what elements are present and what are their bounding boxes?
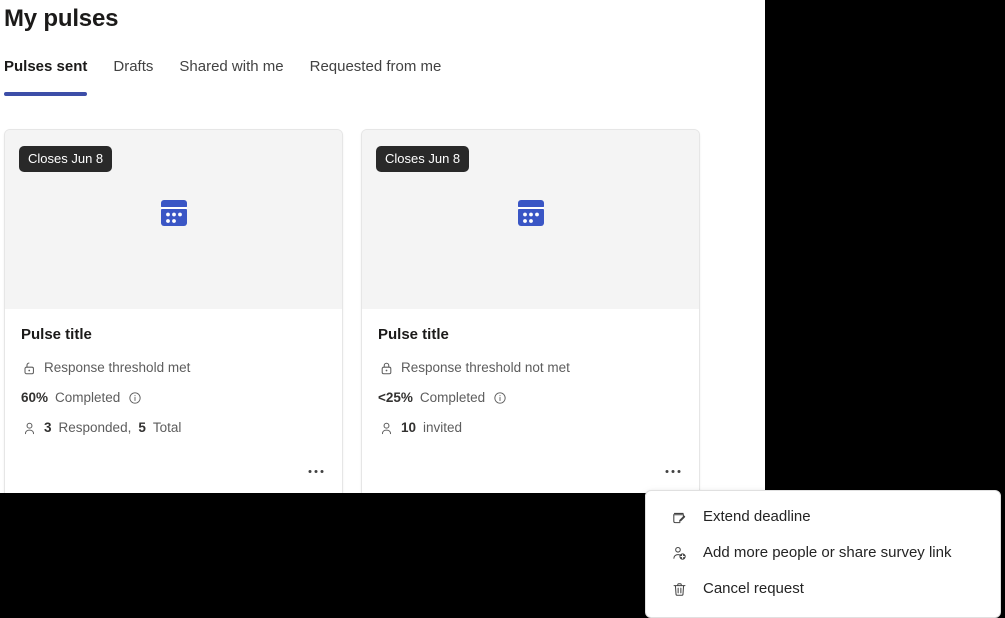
tab-label: Requested from me — [310, 58, 442, 75]
card-body: Pulse title Response threshold not met <… — [362, 309, 699, 497]
person-icon — [21, 420, 37, 436]
menu-item-label: Cancel request — [703, 579, 804, 599]
total-label: Total — [153, 419, 182, 437]
card-context-menu: Extend deadline Add more people or share… — [645, 490, 1001, 618]
responded-label: Responded, — [59, 419, 132, 437]
page-content: My pulses Pulses sent Drafts Shared with… — [0, 0, 765, 498]
menu-item-cancel-request[interactable]: Cancel request — [646, 571, 1000, 607]
lock-open-icon — [21, 360, 37, 376]
invited-count: 10 — [401, 419, 416, 437]
trash-icon — [669, 579, 689, 599]
more-options-button[interactable] — [302, 459, 330, 483]
calendar-icon — [514, 196, 548, 235]
page-title: My pulses — [0, 0, 765, 33]
tab-requested-from-me[interactable]: Requested from me — [310, 57, 456, 77]
card-title: Pulse title — [21, 325, 326, 345]
total-count: 5 — [138, 419, 146, 437]
invited-label: invited — [423, 419, 462, 437]
tab-label: Pulses sent — [4, 58, 87, 75]
tab-drafts[interactable]: Drafts — [113, 57, 167, 77]
menu-item-add-people[interactable]: Add more people or share survey link — [646, 535, 1000, 571]
tab-pulses-sent[interactable]: Pulses sent — [4, 57, 101, 77]
completed-row: 60% Completed — [21, 389, 326, 407]
pulse-card[interactable]: Closes Jun 8 Pulse title — [4, 129, 343, 498]
threshold-row: Response threshold not met — [378, 359, 683, 377]
card-title: Pulse title — [378, 325, 683, 345]
card-banner: Closes Jun 8 — [5, 130, 342, 309]
respondents-row: 10 invited — [378, 419, 683, 437]
tab-active-indicator — [4, 92, 87, 96]
tab-label: Shared with me — [179, 58, 283, 75]
respondents-row: 3 Responded, 5 Total — [21, 419, 326, 437]
occluded-region-right — [765, 0, 1005, 493]
more-options-button[interactable] — [659, 459, 687, 483]
completed-value: <25% — [378, 389, 413, 407]
person-icon — [378, 420, 394, 436]
pulse-card[interactable]: Closes Jun 8 Pulse title — [361, 129, 700, 498]
threshold-row: Response threshold met — [21, 359, 326, 377]
menu-item-label: Add more people or share survey link — [703, 543, 951, 563]
tab-shared-with-me[interactable]: Shared with me — [179, 57, 297, 77]
card-banner: Closes Jun 8 — [362, 130, 699, 309]
pulse-card-list: Closes Jun 8 Pulse title — [0, 77, 765, 498]
menu-item-extend-deadline[interactable]: Extend deadline — [646, 499, 1000, 535]
tab-bar: Pulses sent Drafts Shared with me Reques… — [0, 33, 765, 77]
lock-closed-icon — [378, 360, 394, 376]
tab-label: Drafts — [113, 58, 153, 75]
responded-count: 3 — [44, 419, 52, 437]
note-edit-icon — [669, 507, 689, 527]
menu-item-label: Extend deadline — [703, 507, 811, 527]
info-icon[interactable] — [492, 390, 508, 406]
status-badge: Closes Jun 8 — [19, 146, 112, 172]
threshold-text: Response threshold not met — [401, 359, 570, 377]
completed-value: 60% — [21, 389, 48, 407]
threshold-text: Response threshold met — [44, 359, 190, 377]
calendar-icon — [157, 196, 191, 235]
completed-label: Completed — [420, 389, 485, 407]
completed-label: Completed — [55, 389, 120, 407]
status-badge: Closes Jun 8 — [376, 146, 469, 172]
card-body: Pulse title Response threshold met 60% C… — [5, 309, 342, 497]
person-add-icon — [669, 543, 689, 563]
completed-row: <25% Completed — [378, 389, 683, 407]
info-icon[interactable] — [127, 390, 143, 406]
